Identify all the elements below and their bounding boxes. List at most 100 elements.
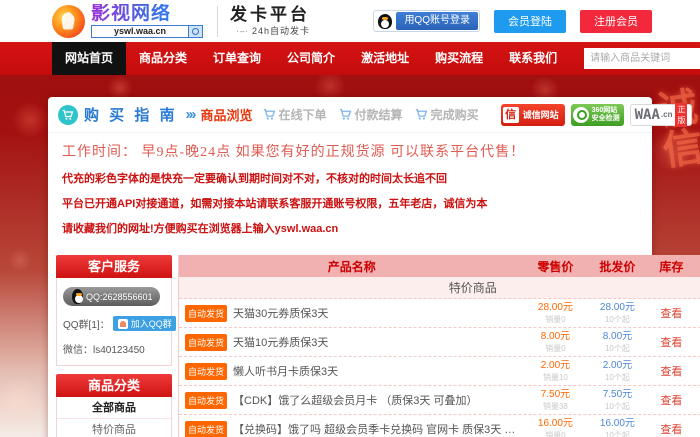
auto-delivery-badge: 自动发货 [185, 334, 227, 351]
product-name[interactable]: 【CDK】饿了么超级会员月卡 （质保3天 可叠加） [233, 392, 477, 408]
wholesale-price: 16.00元 [586, 418, 648, 429]
sales-count: 销量38 [524, 401, 586, 412]
retail-price: 8.00元 [524, 331, 586, 342]
view-stock-link[interactable]: 查看 [660, 424, 682, 436]
min-quantity: 10个起 [586, 401, 648, 412]
notice-api: 平台已开通API对接通道，如需对接本站请联系客服开通账号权限，五年老店，诚信为本 [62, 195, 638, 211]
retail-price: 28.00元 [524, 302, 586, 313]
search-input[interactable] [584, 48, 700, 69]
step-pay[interactable]: 付款结算 [339, 106, 403, 123]
wechat-row: 微信：ls40123450 [63, 341, 165, 356]
table-header: 产品名称 零售价 批发价 库存 操作 [179, 255, 700, 277]
auto-delivery-badge: 自动发货 [185, 363, 227, 380]
qq-number: QQ:2628556601 [86, 292, 153, 302]
customer-service-panel: QQ:2628556601 QQ群[1]： 加入QQ群 微信：ls4012345… [56, 278, 172, 366]
platform-subtitle: 24h自动发卡 [230, 24, 310, 37]
table-row: 自动发货【兑换码】饿了吗 超级会员季卡兑换码 官网卡 质保3天 可叠... 16… [179, 415, 700, 437]
col-action: 操作 [694, 258, 700, 275]
category-item-special[interactable]: 特价商品 [57, 419, 171, 437]
safety-check-badge[interactable]: 360网站安全检测 [571, 104, 624, 126]
sales-count: 销量0 [524, 314, 586, 325]
product-name[interactable]: 【兑换码】饿了吗 超级会员季卡兑换码 官网卡 质保3天 可叠... [233, 421, 524, 437]
view-stock-link[interactable]: 查看 [660, 337, 682, 349]
retail-price: 7.50元 [524, 389, 586, 400]
qq-login-label: 用QQ账号登录 [396, 12, 478, 30]
nav-item-contact[interactable]: 联系我们 [496, 42, 570, 75]
product-table: 产品名称 零售价 批发价 库存 操作 特价商品 自动发货天猫30元券质保3天 2… [178, 255, 700, 437]
magnifier-icon [573, 107, 589, 123]
nav-item-order-query[interactable]: 订单查询 [200, 42, 274, 75]
brand-url-box[interactable]: yswl.waa.cn [91, 25, 203, 38]
col-product-name: 产品名称 [179, 258, 524, 275]
sales-count: 销量0 [524, 343, 586, 354]
cart-icon [339, 108, 352, 121]
min-quantity: 10个起 [586, 430, 648, 437]
table-row: 自动发货【CDK】饿了么超级会员月卡 （质保3天 可叠加） 7.50元销量38 … [179, 386, 700, 415]
category-header: 商品分类 [56, 374, 172, 397]
waa-genuine-badge[interactable]: WAA .cn 正版 [630, 104, 693, 126]
group-avatar-icon [118, 319, 128, 329]
nav-search: 商品搜索 [584, 47, 700, 70]
cart-icon [415, 108, 428, 121]
honest-site-badge[interactable]: 信 诚信网站 [501, 104, 565, 126]
sales-count: 销量0 [524, 430, 586, 437]
col-wholesale-price: 批发价 [586, 258, 648, 275]
qq-penguin-icon [69, 289, 83, 304]
wholesale-price: 28.00元 [586, 302, 648, 313]
section-special-offers: 特价商品 [179, 277, 700, 299]
qq-login-button[interactable]: 用QQ账号登录 [373, 10, 480, 32]
auto-delivery-badge: 自动发货 [185, 392, 227, 409]
view-stock-link[interactable]: 查看 [660, 395, 682, 407]
qq-penguin-icon [378, 14, 392, 29]
cart-icon [263, 108, 276, 121]
min-quantity: 10个起 [586, 372, 648, 383]
qq-contact-button[interactable]: QQ:2628556601 [63, 287, 160, 306]
product-name[interactable]: 天猫30元券质保3天 [233, 305, 328, 321]
platform-title-box: 发卡平台 24h自动发卡 [217, 6, 310, 37]
nav-item-categories[interactable]: 商品分类 [126, 42, 200, 75]
top-header: 影视网络 yswl.waa.cn 发卡平台 24h自动发卡 用QQ账号登录 会员… [0, 0, 700, 42]
customer-service-header: 客户服务 [56, 255, 172, 278]
site-logo[interactable]: 影视网络 yswl.waa.cn [52, 4, 203, 38]
honest-seal-icon: 信 [503, 107, 519, 123]
product-name[interactable]: 懒人听书月卡质保3天 [233, 363, 338, 379]
step-order[interactable]: 在线下单 [263, 106, 327, 123]
table-row: 自动发货天猫10元券质保3天 8.00元销量0 8.00元10个起 查看 购买 [179, 328, 700, 357]
wholesale-price: 7.50元 [586, 389, 648, 400]
content-card: 购 买 指 南 ››› 商品浏览 在线下单 付款结算 完成购买 信 诚信网站 [48, 97, 652, 437]
wholesale-price: 2.00元 [586, 360, 648, 371]
nav-item-activation[interactable]: 激活地址 [348, 42, 422, 75]
platform-title: 发卡平台 [230, 6, 310, 24]
register-button[interactable]: 注册会员 [580, 10, 652, 33]
notice-work-hours: 工作时间： 早9点-晚24点 如果您有好的正规货源 可以联系平台代售！ [62, 141, 638, 161]
wholesale-price: 8.00元 [586, 331, 648, 342]
url-search-icon[interactable] [188, 26, 202, 37]
sidebar: 客户服务 QQ:2628556601 QQ群[1]： 加入QQ群 [56, 255, 172, 437]
chevrons-icon: ››› [186, 106, 195, 123]
category-item-all[interactable]: 全部商品 [57, 397, 171, 419]
phoenix-logo-icon [52, 5, 85, 38]
nav-item-about[interactable]: 公司简介 [274, 42, 348, 75]
auto-delivery-badge: 自动发货 [185, 305, 227, 322]
step-complete[interactable]: 完成购买 [415, 106, 479, 123]
join-qq-group-button[interactable]: 加入QQ群 [113, 316, 176, 331]
brand-url: yswl.waa.cn [92, 26, 188, 37]
view-stock-link[interactable]: 查看 [660, 366, 682, 378]
brand-name: 影视网络 [91, 4, 203, 23]
sales-count: 销量10 [524, 372, 586, 383]
main-columns: 客户服务 QQ:2628556601 QQ群[1]： 加入QQ群 [48, 251, 652, 437]
min-quantity: 10个起 [586, 314, 648, 325]
nav-item-home[interactable]: 网站首页 [52, 42, 126, 75]
min-quantity: 10个起 [586, 343, 648, 354]
view-stock-link[interactable]: 查看 [660, 308, 682, 320]
purchase-steps-banner: 购 买 指 南 ››› 商品浏览 在线下单 付款结算 完成购买 信 诚信网站 [48, 97, 652, 133]
main-nav: 网站首页 商品分类 订单查询 公司简介 激活地址 购买流程 联系我们 商品搜索 [0, 42, 700, 75]
nav-item-purchase-flow[interactable]: 购买流程 [422, 42, 496, 75]
step-browse[interactable]: 商品浏览 [201, 105, 253, 124]
member-login-button[interactable]: 会员登陆 [494, 10, 566, 33]
page-background: 影视网络 yswl.waa.cn 发卡平台 24h自动发卡 用QQ账号登录 会员… [0, 0, 700, 437]
auto-delivery-badge: 自动发货 [185, 421, 227, 437]
retail-price: 16.00元 [524, 418, 586, 429]
retail-price: 2.00元 [524, 360, 586, 371]
product-name[interactable]: 天猫10元券质保3天 [233, 334, 328, 350]
